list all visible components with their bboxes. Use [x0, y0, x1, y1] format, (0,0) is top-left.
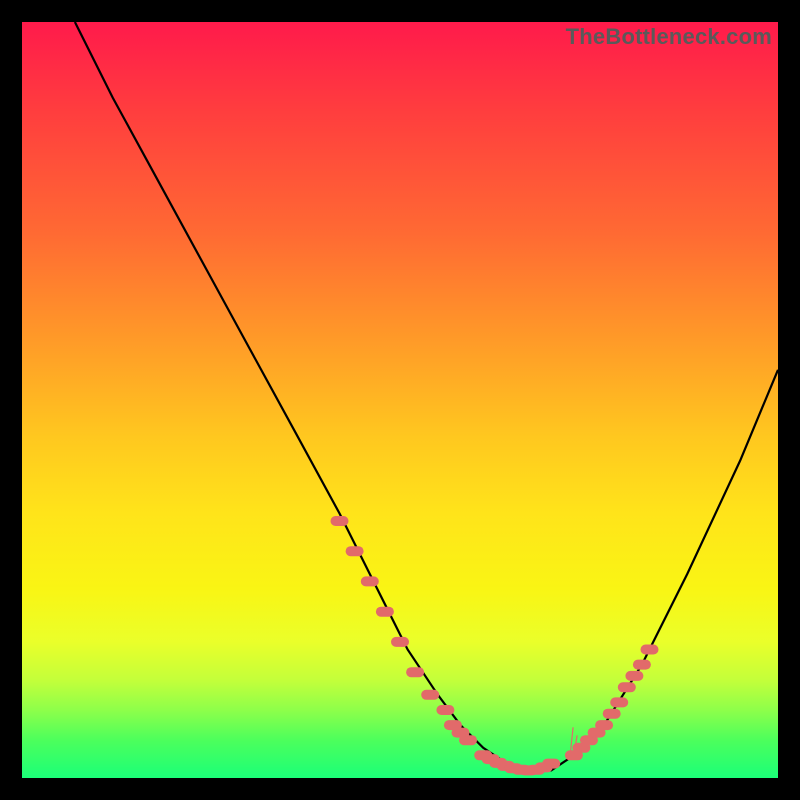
curve-marker: [641, 645, 659, 655]
curve-marker: [542, 759, 560, 769]
curve-marker: [391, 637, 409, 647]
curve-marker: [331, 516, 349, 526]
bottleneck-curve: [75, 22, 778, 770]
marker-cluster-right: [565, 645, 659, 761]
chart-svg: [22, 22, 778, 778]
curve-marker: [436, 705, 454, 715]
marker-cluster-left: [331, 516, 470, 738]
curve-marker: [610, 697, 628, 707]
curve-marker: [361, 576, 379, 586]
curve-marker: [603, 709, 621, 719]
chart-frame: TheBottleneck.com: [22, 22, 778, 778]
curve-marker: [346, 546, 364, 556]
curve-marker: [625, 671, 643, 681]
curve-marker: [376, 607, 394, 617]
watermark-text: TheBottleneck.com: [566, 24, 772, 50]
curve-marker: [595, 720, 613, 730]
marker-cluster-bottom: [459, 735, 560, 775]
curve-marker: [618, 682, 636, 692]
curve-marker: [633, 660, 651, 670]
curve-marker: [459, 735, 477, 745]
curve-marker: [406, 667, 424, 677]
curve-marker: [421, 690, 439, 700]
